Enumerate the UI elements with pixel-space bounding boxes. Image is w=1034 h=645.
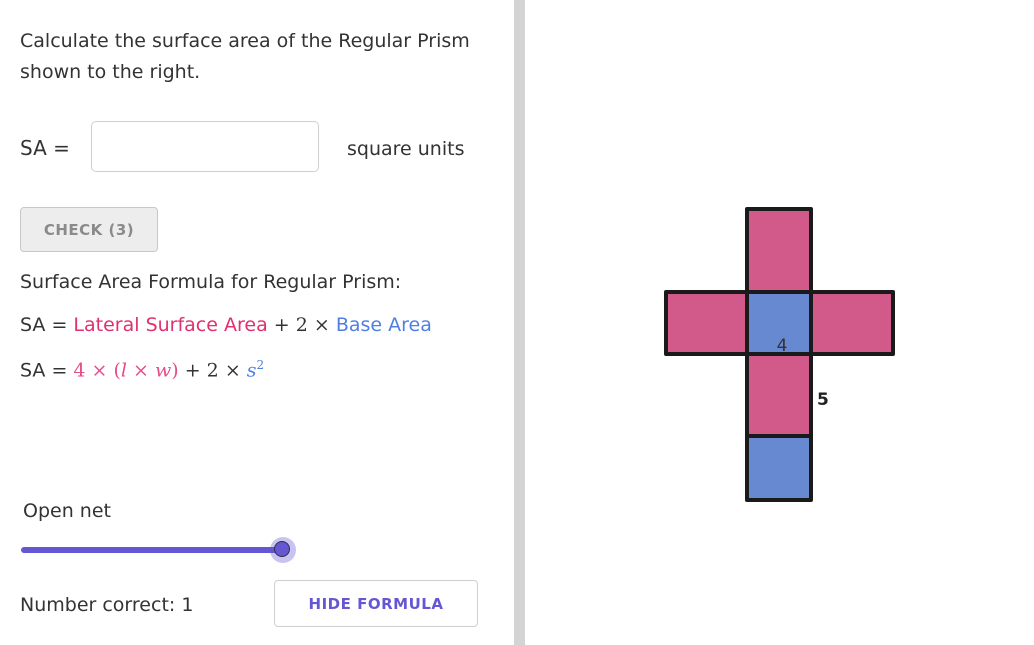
lateral-expression: 4 × (l × w) [73,359,178,381]
answer-label: SA = [20,136,70,160]
formula-line-symbols: SA = 4 × (l × w) + 2 × s2 [20,358,264,381]
slider-track[interactable] [21,547,283,553]
variable-s: s [246,359,257,382]
lateral-prefix: 4 × ( [73,359,121,382]
left-panel: Calculate the surface area of the Regula… [0,0,514,645]
lateral-suffix: ) [171,359,179,382]
lateral-face-top [745,207,813,294]
open-net-slider[interactable] [21,537,301,563]
graphics-panel: 4 5 [525,0,1034,645]
slider-label: Open net [23,500,111,522]
panel-divider[interactable] [514,0,525,645]
prism-net: 4 5 [664,207,895,502]
times-sign: × [127,359,155,382]
lateral-face-left [664,290,749,356]
plus-two-times: + 2 × [178,359,247,382]
lateral-surface-area-term: Lateral Surface Area [73,314,268,336]
height-label: 5 [817,390,829,410]
plus-two-times: + 2 × [273,314,330,336]
check-button[interactable]: CHECK (3) [20,207,158,252]
base-face-bottom [745,434,813,502]
formula-lhs: SA = [20,314,68,336]
formula-lhs: SA = [20,359,68,382]
lateral-face-right [809,290,895,356]
exponent: 2 [256,358,265,372]
question-prompt: Calculate the surface area of the Regula… [20,30,470,83]
hide-formula-button[interactable]: HIDE FORMULA [274,580,478,627]
base-area-term: Base Area [335,314,432,336]
slider-thumb[interactable] [274,541,290,557]
base-side-label: 4 [777,336,788,356]
formula-line-words: SA = Lateral Surface Area + 2 × Base Are… [20,314,432,336]
surface-area-input[interactable] [91,121,319,172]
variable-w: w [155,359,172,382]
number-correct: Number correct: 1 [20,594,194,616]
units-label: square units [347,138,465,160]
lateral-face-bottom [745,352,813,438]
formula-title: Surface Area Formula for Regular Prism: [20,271,402,293]
